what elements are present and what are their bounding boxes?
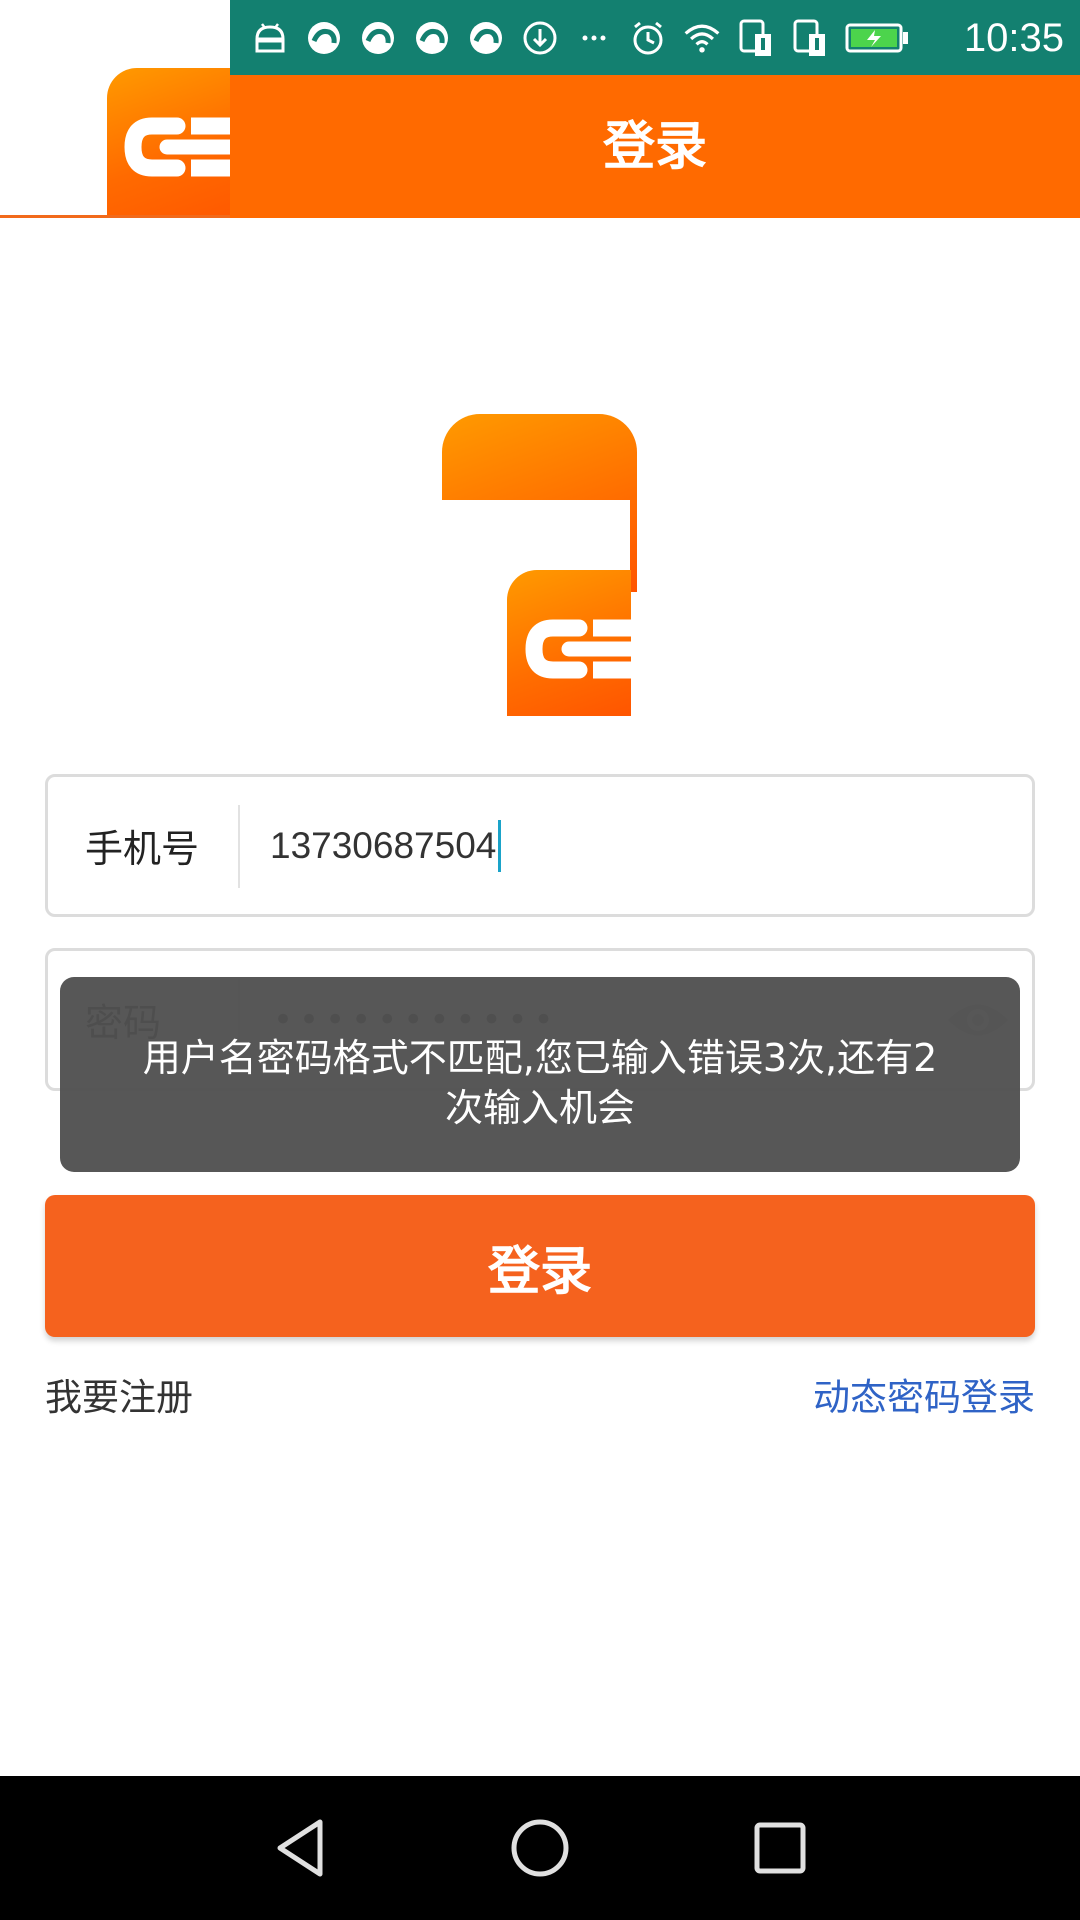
login-button[interactable]: 登录	[45, 1195, 1035, 1337]
text-cursor	[498, 819, 502, 872]
status-bar: 10:35	[230, 0, 1080, 75]
app-notification-icon	[304, 18, 344, 58]
battery-charging-icon	[844, 18, 910, 58]
android-icon	[250, 18, 290, 58]
page-title: 登录	[602, 117, 707, 177]
back-icon[interactable]	[254, 1802, 346, 1894]
toast-message: 用户名密码格式不匹配,您已输入错误3次,还有2次输入机会	[142, 1036, 938, 1130]
sim2-icon	[790, 18, 830, 58]
sim1-icon	[736, 18, 776, 58]
background-strip	[0, 0, 230, 218]
download-icon	[520, 18, 560, 58]
app-notification-icon	[466, 18, 506, 58]
home-icon[interactable]	[494, 1802, 586, 1894]
more-icon	[574, 18, 614, 58]
field-divider	[238, 805, 240, 888]
register-link[interactable]: 我要注册	[45, 1374, 193, 1422]
phone-input-value: 13730687504	[270, 824, 497, 866]
status-time: 10:35	[963, 16, 1064, 60]
app-logo-ghost	[107, 68, 230, 215]
error-toast: 用户名密码格式不匹配,您已输入错误3次,还有2次输入机会	[60, 977, 1020, 1172]
dynamic-password-login-link[interactable]: 动态密码登录	[813, 1374, 1035, 1422]
phone-label: 手机号	[85, 827, 200, 871]
wifi-icon	[682, 18, 722, 58]
app-logo	[442, 414, 642, 716]
alarm-icon	[628, 18, 668, 58]
navigation-bar	[0, 1776, 1080, 1920]
app-notification-icon	[412, 18, 452, 58]
recent-apps-icon[interactable]	[734, 1802, 826, 1894]
phone-input[interactable]: 13730687504	[270, 777, 502, 914]
phone-field[interactable]: 手机号 13730687504	[45, 774, 1035, 917]
app-logo-mark	[507, 570, 631, 716]
app-notification-icon	[358, 18, 398, 58]
app-header: 登录	[230, 75, 1080, 218]
